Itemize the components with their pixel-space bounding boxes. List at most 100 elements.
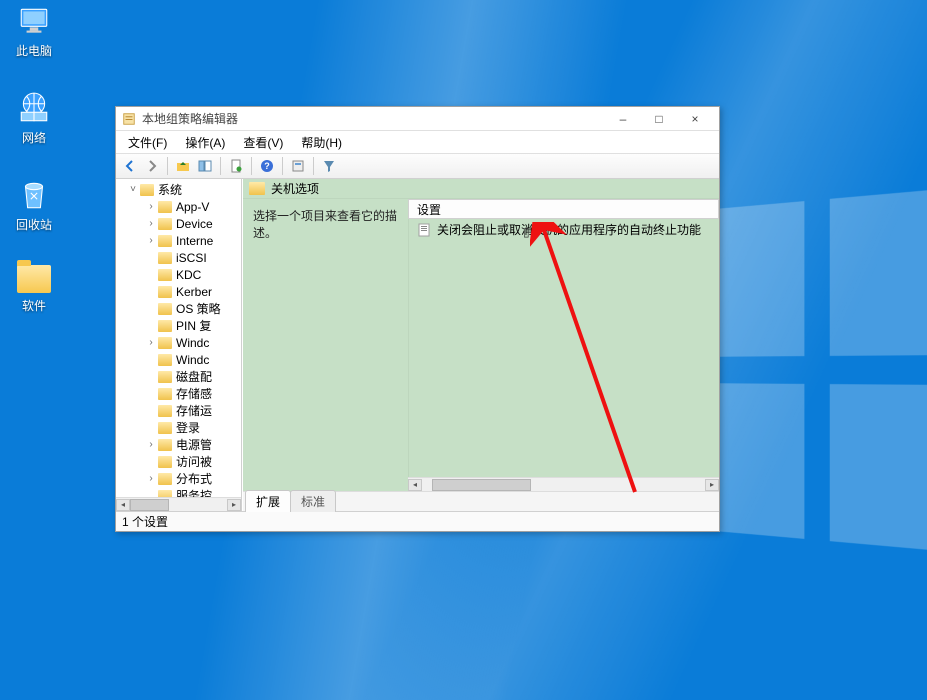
tab-extended[interactable]: 扩展 [245,490,291,512]
tree-node[interactable]: PIN 复 [116,317,241,334]
folder-icon [158,490,172,498]
tree-node[interactable]: ›App-V [116,198,241,215]
expand-icon[interactable]: › [146,439,156,450]
properties-button[interactable] [288,156,308,176]
scroll-left-button[interactable]: ◂ [116,499,130,511]
tree-node-label: Kerber [174,285,214,299]
tree-node[interactable]: 访问被 [116,453,241,470]
tree-node-label: iSCSI [174,251,209,265]
tree-horizontal-scrollbar[interactable]: ◂ ▸ [116,497,241,511]
tree-pane: ˅ 系统 ›App-V›Device›InterneiSCSIKDCKerber… [116,179,242,511]
tree-node[interactable]: 存储运 [116,402,241,419]
desktop-icon-network[interactable]: 网络 [4,91,64,146]
export-button[interactable] [226,156,246,176]
tree-node-label: OS 策略 [174,300,223,317]
tree-node-label: 分布式 [174,470,214,487]
tree-scroll[interactable]: ˅ 系统 ›App-V›Device›InterneiSCSIKDCKerber… [116,179,241,497]
expand-icon[interactable]: › [146,473,156,484]
settings-list[interactable]: 关闭会阻止或取消关机的应用程序的自动终止功能 [408,219,719,477]
help-button[interactable]: ? [257,156,277,176]
view-tabs: 扩展 标准 [243,491,719,511]
tree-node-label: KDC [174,268,203,282]
expand-icon[interactable]: › [146,337,156,348]
toolbar-separator [167,157,168,175]
title-bar[interactable]: 本地组策略编辑器 – □ × [116,107,719,131]
forward-button[interactable] [142,156,162,176]
details-body: 选择一个项目来查看它的描述。 设置 关闭会阻止或取消关机的应用程序的自动终止功能… [243,199,719,491]
folder-icon [158,303,172,315]
collapse-icon[interactable]: ˅ [128,184,138,195]
document-icon [229,159,243,173]
desktop-icon-label: 软件 [22,297,46,314]
tree-node[interactable]: KDC [116,266,241,283]
folder-icon [158,235,172,247]
folder-icon [158,354,172,366]
tree-node[interactable]: OS 策略 [116,300,241,317]
expand-icon[interactable]: › [146,218,156,229]
tree-node[interactable]: 登录 [116,419,241,436]
panes-icon [198,159,212,173]
folder-icon [158,405,172,417]
settings-column-header[interactable]: 设置 [408,199,719,219]
menu-file[interactable]: 文件(F) [120,132,175,153]
scroll-thumb[interactable] [130,499,169,511]
tree-node[interactable]: Windc [116,351,241,368]
tree-node[interactable]: › Interne [116,232,241,249]
close-button[interactable]: × [677,108,713,130]
tree-node-label: Interne [174,234,215,248]
menu-help[interactable]: 帮助(H) [293,132,350,153]
list-horizontal-scrollbar[interactable]: ◂ ▸ [408,477,719,491]
desktop-icon-this-pc[interactable]: 此电脑 [4,4,64,59]
filter-button[interactable] [319,156,339,176]
menu-action[interactable]: 操作(A) [177,132,233,153]
tree-node[interactable]: iSCSI [116,249,241,266]
tree-node-label: Device [174,217,215,231]
description-prompt: 选择一个项目来查看它的描述。 [253,209,397,240]
scroll-left-button[interactable]: ◂ [408,479,422,491]
expand-icon[interactable]: › [146,201,156,212]
menu-view[interactable]: 查看(V) [235,132,291,153]
tree-node[interactable]: Kerber [116,283,241,300]
tree-node-label: 系统 [156,181,184,198]
minimize-button[interactable]: – [605,108,641,130]
tree-node[interactable]: 磁盘配 [116,368,241,385]
tree-root-system[interactable]: ˅ 系统 [116,181,241,198]
folder-icon [158,422,172,434]
folder-icon [158,456,172,468]
toolbar: ? [116,153,719,179]
help-icon: ? [260,159,274,173]
up-button[interactable] [173,156,193,176]
scroll-right-button[interactable]: ▸ [227,499,241,511]
desktop-icon-label: 此电脑 [16,42,52,59]
show-hide-tree-button[interactable] [195,156,215,176]
properties-icon [291,159,305,173]
scroll-right-button[interactable]: ▸ [705,479,719,491]
toolbar-separator [282,157,283,175]
tree-node[interactable]: ›Windc [116,334,241,351]
desktop-icon-recycle-bin[interactable]: 回收站 [4,178,64,233]
desktop-icon-label: 网络 [22,129,46,146]
description-column: 选择一个项目来查看它的描述。 [243,199,408,491]
scroll-track[interactable] [422,479,705,491]
tree-node[interactable]: 服务控 [116,487,241,497]
scroll-thumb[interactable] [432,479,531,491]
tree-node[interactable]: › 分布式 [116,470,241,487]
details-header: 关机选项 [243,179,719,199]
details-header-title: 关机选项 [271,180,319,197]
maximize-button[interactable]: □ [641,108,677,130]
setting-item[interactable]: 关闭会阻止或取消关机的应用程序的自动终止功能 [409,219,719,240]
desktop-icon-software[interactable]: 软件 [4,265,64,314]
folder-icon [158,252,172,264]
tab-standard[interactable]: 标准 [290,490,336,512]
folder-icon [158,388,172,400]
expand-icon[interactable]: › [146,235,156,246]
folder-icon [158,320,172,332]
back-button[interactable] [120,156,140,176]
status-text: 1 个设置 [122,513,168,530]
arrow-left-icon [123,159,137,173]
tree-node[interactable]: ›电源管 [116,436,241,453]
scroll-track[interactable] [130,499,227,511]
tree-node[interactable]: › Device [116,215,241,232]
tree-node[interactable]: 存储感 [116,385,241,402]
desktop-icons: 此电脑 网络 回收站 软件 [4,4,64,314]
